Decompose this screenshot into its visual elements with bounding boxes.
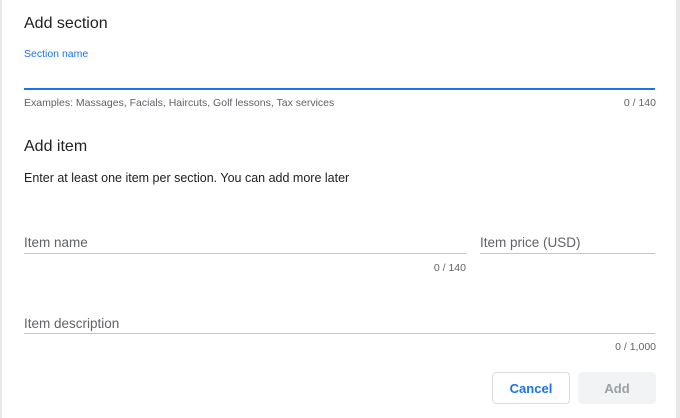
- item-name-field[interactable]: Item name: [24, 235, 88, 250]
- item-description-counter: 0 / 1,000: [615, 341, 656, 353]
- add-button[interactable]: Add: [578, 372, 656, 404]
- section-name-counter: 0 / 140: [623, 97, 656, 109]
- section-name-hint: Examples: Massages, Facials, Haircuts, G…: [24, 97, 335, 109]
- cancel-button[interactable]: Cancel: [492, 372, 570, 404]
- item-price-field[interactable]: Item price (USD): [480, 235, 581, 250]
- section-name-underline: [24, 88, 655, 90]
- section-name-input[interactable]: [24, 66, 654, 86]
- section-name-label: Section name: [24, 48, 89, 60]
- add-section-dialog: Add section Section name Examples: Massa…: [2, 0, 676, 418]
- add-section-title: Add section: [24, 15, 108, 32]
- item-name-underline: [24, 253, 466, 254]
- item-name-counter: 0 / 140: [433, 262, 466, 274]
- item-description-underline: [24, 333, 655, 334]
- add-item-title: Add item: [24, 138, 88, 155]
- item-price-underline: [480, 253, 655, 254]
- add-item-instructions: Enter at least one item per section. You…: [24, 171, 350, 185]
- item-description-field[interactable]: Item description: [24, 316, 119, 331]
